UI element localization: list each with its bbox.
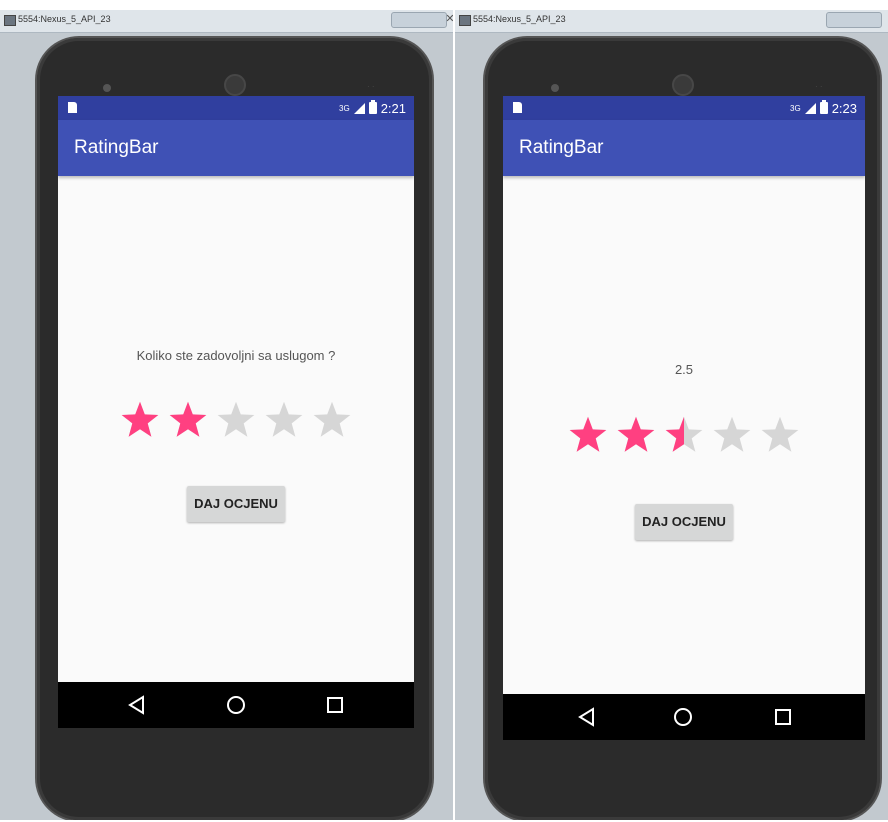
star-icon[interactable] [262, 399, 306, 443]
recents-icon[interactable] [771, 705, 795, 729]
status-time: 2:23 [831, 100, 857, 116]
rate-button[interactable]: DAJ OCJENU [187, 486, 285, 522]
emulator-app-icon [4, 15, 16, 26]
screen-content: 2.5 DAJ OCJENU [503, 176, 865, 694]
rating-prompt: Koliko ste zadovoljni sa uslugom ? [136, 348, 336, 363]
rating-bar[interactable] [58, 399, 414, 443]
rating-bar[interactable] [503, 414, 865, 458]
emulator-app-icon [459, 15, 471, 26]
front-camera-icon [672, 74, 694, 96]
window-title: 5554:Nexus_5_API_23 [473, 14, 566, 24]
window-titlebar[interactable]: 5554:Nexus_5_API_23 [455, 10, 888, 33]
star-icon[interactable] [662, 414, 706, 458]
star-icon[interactable] [118, 399, 162, 443]
sensor-dots: · · [367, 82, 375, 91]
phone-frame: · · 3G 2:21 RatingBar Koliko ste zadovol… [37, 38, 432, 820]
window-title: 5554:Nexus_5_API_23 [18, 14, 111, 24]
signal-icon [804, 102, 816, 114]
navigation-bar [58, 682, 414, 728]
recents-icon[interactable] [323, 693, 347, 717]
navigation-bar [503, 694, 865, 740]
battery-icon [368, 100, 377, 114]
window-controls[interactable] [826, 12, 882, 28]
app-bar: RatingBar [58, 120, 414, 176]
status-bar: 3G 2:23 [503, 96, 865, 120]
phone-screen: 3G 2:23 RatingBar 2.5 DAJ OCJENU [503, 96, 865, 740]
star-icon[interactable] [310, 399, 354, 443]
phone-frame: · · 3G 2:23 RatingBar 2.5 DAJ OCJENU [485, 38, 880, 820]
star-icon[interactable] [214, 399, 258, 443]
front-camera-icon [224, 74, 246, 96]
star-icon[interactable] [566, 414, 610, 458]
emulator-window-left: 5554:Nexus_5_API_23 ✕ · · 3G 2:21 Rating… [0, 10, 453, 820]
app-bar: RatingBar [503, 120, 865, 176]
status-time: 2:21 [380, 100, 406, 116]
rate-button[interactable]: DAJ OCJENU [635, 504, 733, 540]
back-icon[interactable] [125, 693, 149, 717]
window-titlebar[interactable]: 5554:Nexus_5_API_23 ✕ [0, 10, 453, 33]
screen-content: Koliko ste zadovoljni sa uslugom ? DAJ O… [58, 176, 414, 682]
sensor-dots: · · [815, 82, 823, 91]
star-icon[interactable] [758, 414, 802, 458]
emulator-window-right: 5554:Nexus_5_API_23 · · 3G 2:23 RatingBa… [455, 10, 888, 820]
network-type: 3G [790, 103, 801, 113]
battery-icon [819, 100, 828, 114]
rating-value-text: 2.5 [674, 362, 694, 377]
signal-icon [353, 102, 365, 114]
network-type: 3G [339, 103, 350, 113]
window-controls[interactable] [391, 12, 447, 28]
sd-card-icon [68, 102, 77, 113]
speaker-dot [103, 84, 111, 92]
home-icon[interactable] [671, 705, 695, 729]
star-icon[interactable] [614, 414, 658, 458]
phone-screen: 3G 2:21 RatingBar Koliko ste zadovoljni … [58, 96, 414, 728]
star-icon[interactable] [710, 414, 754, 458]
status-bar: 3G 2:21 [58, 96, 414, 120]
back-icon[interactable] [575, 705, 599, 729]
app-title: RatingBar [519, 137, 604, 158]
star-icon[interactable] [166, 399, 210, 443]
close-icon[interactable]: ✕ [443, 12, 453, 26]
app-title: RatingBar [74, 137, 159, 158]
home-icon[interactable] [224, 693, 248, 717]
speaker-dot [551, 84, 559, 92]
sd-card-icon [513, 102, 522, 113]
